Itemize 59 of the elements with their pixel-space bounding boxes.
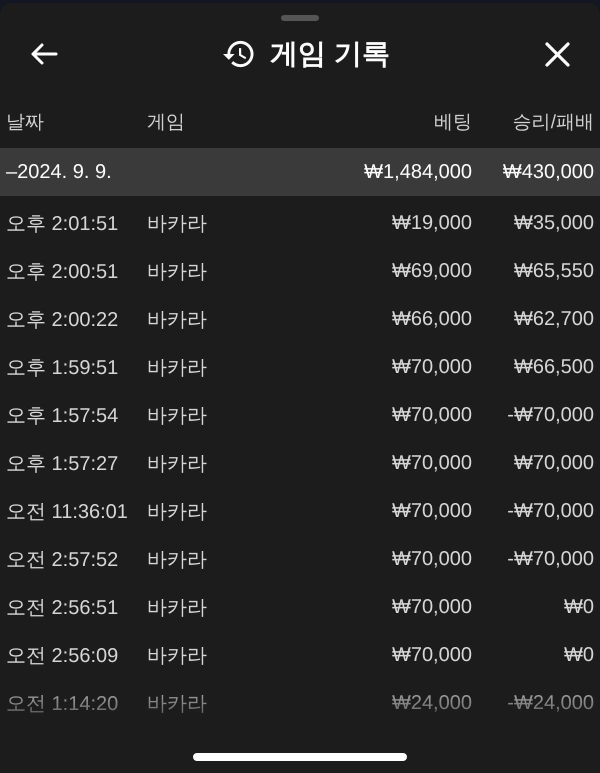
bet-amount: ₩70,000 xyxy=(390,404,472,426)
bet-amount: ₩69,000 xyxy=(390,260,472,282)
drag-handle[interactable] xyxy=(281,15,319,21)
bet-amount: ₩70,000 xyxy=(390,644,472,666)
date-group-header[interactable]: –2024. 9. 9. ₩1,484,000 ₩430,000 xyxy=(0,148,600,196)
close-button[interactable] xyxy=(545,42,570,66)
result-amount: ₩0 xyxy=(563,596,594,618)
result-amount: ₩66,500 xyxy=(512,356,594,378)
game-name: 바카라 xyxy=(147,356,208,380)
game-name: 바카라 xyxy=(147,500,208,524)
result-amount: -₩24,000 xyxy=(506,692,594,714)
time-text: 오후 2:00:51 xyxy=(6,260,120,284)
game-name: 바카라 xyxy=(147,452,208,476)
result-amount: ₩70,000 xyxy=(512,452,594,474)
bet-amount: ₩19,000 xyxy=(390,212,472,234)
result-amount: ₩65,550 xyxy=(512,260,594,282)
column-header: 베팅 xyxy=(433,111,472,135)
sheet-title: 게임 기록 xyxy=(270,37,390,71)
time-text: 오전 11:36:01 xyxy=(6,500,129,524)
result-amount: ₩0 xyxy=(563,644,594,666)
game-name: 바카라 xyxy=(147,692,208,716)
bet-amount: ₩24,000 xyxy=(390,692,472,714)
time-text: 오전 2:56:09 xyxy=(6,644,120,668)
total-result: ₩430,000 xyxy=(502,160,594,184)
time-text: 오전 2:56:51 xyxy=(6,596,120,620)
bet-amount: ₩66,000 xyxy=(390,308,472,330)
game-name: 바카라 xyxy=(147,404,208,428)
result-amount: ₩35,000 xyxy=(512,212,594,234)
game-name: 바카라 xyxy=(147,596,208,620)
bet-amount: ₩70,000 xyxy=(390,500,472,522)
game-name: 바카라 xyxy=(147,548,208,572)
game-name: 바카라 xyxy=(147,260,208,284)
time-text: 오후 2:00:22 xyxy=(6,308,120,332)
result-amount: -₩70,000 xyxy=(506,404,594,426)
time-text: 오후 1:57:27 xyxy=(6,452,120,476)
history-icon xyxy=(223,39,256,69)
result-amount: -₩70,000 xyxy=(506,500,594,522)
game-name: 바카라 xyxy=(147,644,208,668)
time-text: 오후 2:01:51 xyxy=(6,212,120,236)
result-amount: -₩70,000 xyxy=(506,548,594,570)
bet-amount: ₩70,000 xyxy=(390,596,472,618)
time-text: 오후 1:59:51 xyxy=(6,356,120,380)
bet-amount: ₩70,000 xyxy=(390,548,472,570)
date-text: –2024. 9. 9. xyxy=(6,160,113,184)
bet-amount: ₩70,000 xyxy=(390,356,472,378)
time-text: 오후 1:57:54 xyxy=(6,404,120,428)
bet-amount: ₩70,000 xyxy=(390,452,472,474)
game-name: 바카라 xyxy=(147,212,208,236)
time-text: 오전 1:14:20 xyxy=(6,692,120,716)
result-amount: ₩62,700 xyxy=(512,308,594,330)
close-icon xyxy=(545,42,570,66)
column-header: 게임 xyxy=(147,111,186,135)
arrow-left-icon xyxy=(30,43,58,65)
column-header: 날짜 xyxy=(6,111,45,135)
time-text: 오전 2:57:52 xyxy=(6,548,120,572)
total-bet: ₩1,484,000 xyxy=(363,160,472,184)
game-name: 바카라 xyxy=(147,308,208,332)
column-header: 승리/패배 xyxy=(512,111,594,135)
back-button[interactable] xyxy=(30,43,58,65)
